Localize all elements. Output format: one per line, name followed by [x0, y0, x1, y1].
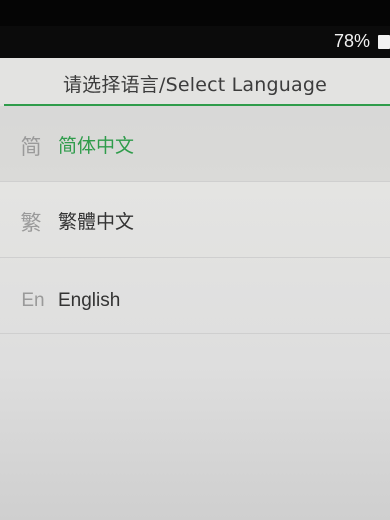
status-bar: 78%: [0, 26, 390, 58]
language-item-english[interactable]: En English: [0, 258, 390, 334]
english-icon: En: [21, 290, 45, 311]
language-item-traditional-chinese[interactable]: 繁 繁體中文: [0, 182, 390, 258]
page-title: 请选择语言/Select Language: [62, 74, 328, 96]
language-list: 简 简体中文 繁 繁體中文 En English: [0, 106, 390, 334]
battery-icon: [378, 35, 390, 49]
header: 请选择语言/Select Language: [0, 58, 390, 104]
screen: 78% 请选择语言/Select Language 简 简体中文 繁 繁體中文 …: [0, 0, 390, 520]
battery-percent: 78%: [333, 31, 370, 51]
traditional-chinese-icon: 繁: [20, 211, 42, 235]
simplified-chinese-icon: 简: [20, 135, 42, 159]
language-label: 繁體中文: [58, 211, 135, 233]
top-bezel: [0, 0, 390, 26]
language-label: 简体中文: [58, 135, 135, 157]
language-item-simplified-chinese[interactable]: 简 简体中文: [0, 106, 390, 182]
language-label: English: [58, 290, 121, 311]
